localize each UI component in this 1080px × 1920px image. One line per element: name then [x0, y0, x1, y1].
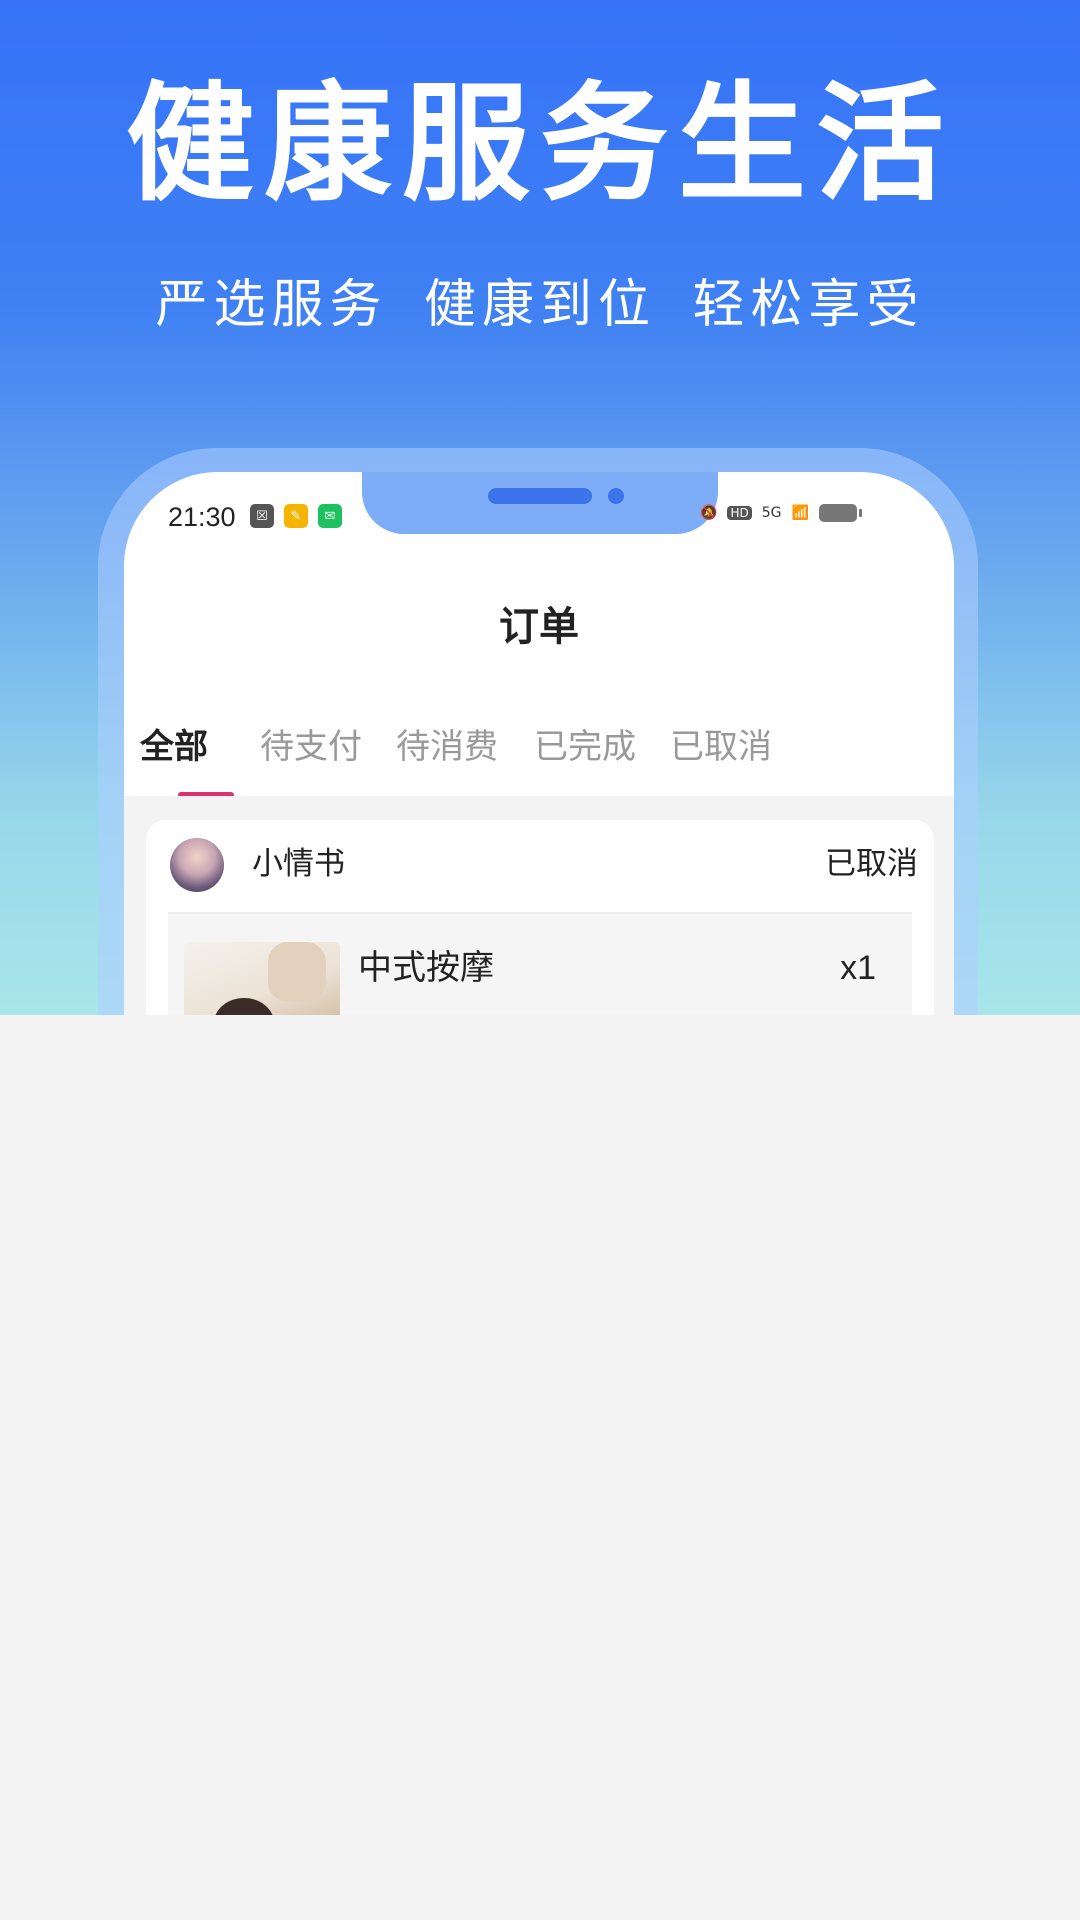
tab-pending-payment[interactable]: 待支付 — [260, 722, 362, 772]
bottom-background — [0, 1015, 1080, 1920]
hd-icon: HD — [727, 506, 752, 520]
wechat-notification-icon: ✉ — [318, 504, 342, 528]
order-card[interactable]: 小情书 已取消 中式按摩 x1 — [146, 820, 934, 1015]
status-system-icons: 🔕 HD 5G 📶 — [700, 504, 862, 522]
order-item-row[interactable]: 中式按摩 x1 — [168, 914, 912, 1015]
promo-headline: 健康服务生活 — [125, 70, 954, 219]
promo-hero: 健康服务生活 严选服务 健康到位 轻松享受 21:30 ☒ ✎ ✉ 🔕 HD 5… — [0, 0, 1080, 1015]
tab-cancelled[interactable]: 已取消 — [670, 722, 772, 772]
front-camera — [608, 488, 624, 504]
phone-notch — [362, 472, 718, 534]
service-quantity: x1 — [840, 949, 876, 987]
service-thumbnail — [184, 942, 340, 1015]
status-time: 21:30 — [168, 502, 236, 532]
battery-icon — [818, 504, 862, 522]
order-tabs: 全部 待支付 待消费 已完成 已取消 — [124, 722, 954, 792]
tab-pending-use[interactable]: 待消费 — [396, 722, 498, 772]
order-status-badge: 已取消 — [825, 846, 918, 882]
shop-name: 小情书 — [252, 846, 345, 882]
app-notification-icon: ☒ — [250, 504, 274, 528]
promo-subheadline: 严选服务 健康到位 轻松享受 — [155, 275, 925, 335]
avatar — [170, 838, 224, 892]
wifi-icon: 📶 — [791, 505, 809, 521]
speaker-grille — [488, 488, 592, 504]
service-name: 中式按摩 — [358, 948, 494, 988]
mute-icon: 🔕 — [700, 505, 718, 521]
phone-mockup-screen: 21:30 ☒ ✎ ✉ 🔕 HD 5G 📶 订单 全部 待支付 待消费 已完成 … — [124, 472, 954, 1015]
tab-all[interactable]: 全部 — [140, 722, 208, 772]
cellular-signal-icon: 5G — [761, 505, 782, 521]
page-title: 订单 — [499, 604, 579, 650]
courier-notification-icon: ✎ — [284, 504, 308, 528]
status-notification-icons: ☒ ✎ ✉ — [250, 504, 342, 528]
tab-completed[interactable]: 已完成 — [534, 722, 636, 772]
